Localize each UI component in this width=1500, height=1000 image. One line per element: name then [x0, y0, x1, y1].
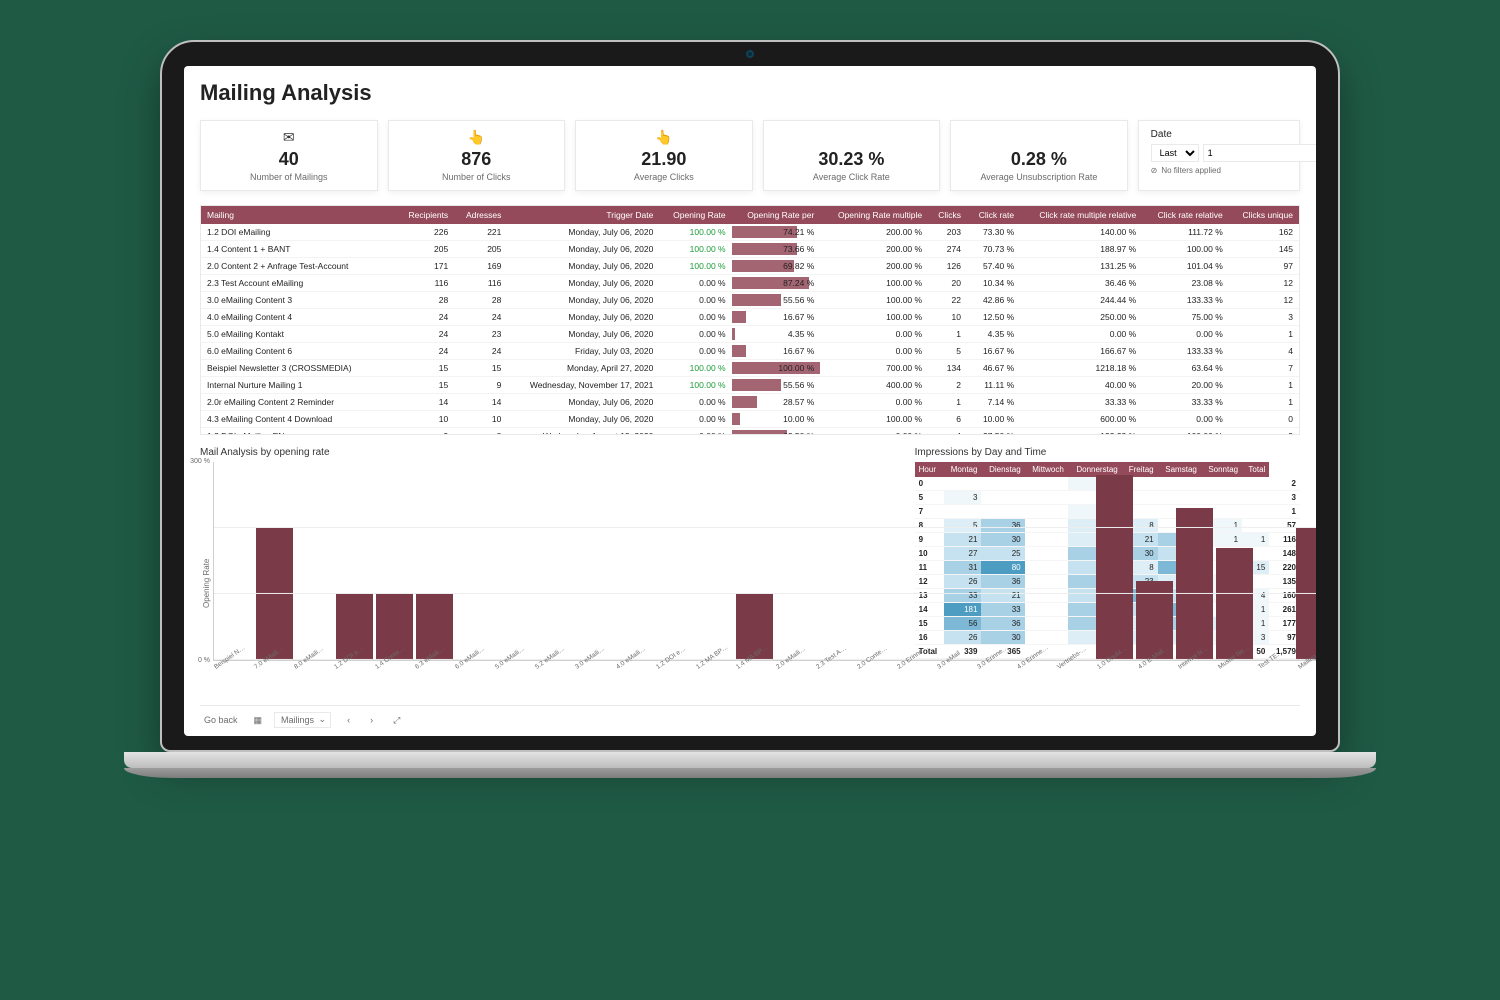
- chart-x-ticks: Beispiel Newslet…7.0 eMailing interne M……: [213, 661, 1316, 705]
- col-header[interactable]: Click rate relative: [1142, 206, 1229, 224]
- table-row[interactable]: 5.0 eMailing Kontakt2423Monday, July 06,…: [201, 326, 1299, 343]
- mailing-table-container[interactable]: MailingRecipientsAdressesTrigger DateOpe…: [200, 205, 1300, 435]
- col-header[interactable]: Clicks unique: [1229, 206, 1299, 224]
- camera-dot: [746, 50, 754, 58]
- next-page-button[interactable]: ›: [366, 715, 377, 725]
- tab-icon: ▦: [254, 715, 263, 726]
- go-back-button[interactable]: Go back: [200, 715, 242, 725]
- kpi-unsub-rate[interactable]: 0.28 % Average Unsubscription Rate: [950, 120, 1128, 191]
- table-row[interactable]: Internal Nurture Mailing 1159Wednesday, …: [201, 377, 1299, 394]
- chart-bar[interactable]: [1096, 475, 1133, 660]
- kpi-avg-clicks[interactable]: 👆 21.90 Average Clicks: [575, 120, 753, 191]
- kpi-label: Average Clicks: [588, 172, 740, 182]
- table-row[interactable]: 2.0 Content 2 + Anfrage Test-Account1711…: [201, 258, 1299, 275]
- chart-bar[interactable]: [256, 528, 293, 660]
- click-icon: 👆: [588, 129, 740, 145]
- table-row[interactable]: 2.3 Test Account eMailing116116Monday, J…: [201, 275, 1299, 292]
- table-row[interactable]: 1.4 Content 1 + BANT205205Monday, July 0…: [201, 241, 1299, 258]
- no-filters-note: ⊘ No filters applied: [1151, 166, 1287, 175]
- dashboard-screen: Mailing Analysis ✉ 40 Number of Mailings…: [184, 66, 1316, 736]
- chart-bar[interactable]: [1176, 508, 1213, 660]
- kpi-mailings[interactable]: ✉ 40 Number of Mailings: [200, 120, 378, 191]
- y-tick: 0 %: [184, 657, 210, 664]
- opening-rate-chart-panel: Mail Analysis by opening rate Opening Ra…: [200, 447, 901, 705]
- chart-bar[interactable]: [1296, 528, 1316, 660]
- table-row[interactable]: 1.2 DOI eMailing EN98Wednesday, August 1…: [201, 428, 1299, 436]
- col-header[interactable]: Opening Rate per: [732, 206, 821, 224]
- prev-page-button[interactable]: ‹: [343, 715, 354, 725]
- table-row[interactable]: 3.0 eMailing Content 32828Monday, July 0…: [201, 292, 1299, 309]
- click-icon: 👆: [401, 129, 553, 145]
- kpi-label: Number of Mailings: [213, 172, 365, 182]
- kpi-value: 0.28 %: [963, 149, 1115, 170]
- kpi-click-rate[interactable]: 30.23 % Average Click Rate: [763, 120, 941, 191]
- nofilter-icon: ⊘: [1151, 166, 1158, 175]
- kpi-label: Number of Clicks: [401, 172, 553, 182]
- kpi-clicks[interactable]: 👆 876 Number of Clicks: [388, 120, 566, 191]
- table-row[interactable]: Beispiel Newsletter 3 (CROSSMEDIA)1515Mo…: [201, 360, 1299, 377]
- table-row[interactable]: 1.2 DOI eMailing226221Monday, July 06, 2…: [201, 224, 1299, 241]
- chart-plot-area[interactable]: 300 % 0 %: [213, 462, 1316, 661]
- kpi-row: ✉ 40 Number of Mailings 👆 876 Number of …: [200, 120, 1300, 191]
- blank-icon: [963, 129, 1115, 145]
- date-unit-select[interactable]: Last: [1151, 144, 1199, 162]
- blank-icon: [776, 129, 928, 145]
- date-filter-title: Date: [1151, 129, 1287, 140]
- page-title: Mailing Analysis: [200, 80, 1300, 106]
- col-header[interactable]: Click rate multiple relative: [1020, 206, 1142, 224]
- table-row[interactable]: 4.3 eMailing Content 4 Download1010Monda…: [201, 411, 1299, 428]
- table-row[interactable]: 2.0r eMailing Content 2 Reminder1414Mond…: [201, 394, 1299, 411]
- col-header[interactable]: Adresses: [454, 206, 507, 224]
- date-count-input[interactable]: [1203, 144, 1316, 162]
- col-header[interactable]: Mailing: [201, 206, 396, 224]
- table-row[interactable]: 6.0 eMailing Content 62424Friday, July 0…: [201, 343, 1299, 360]
- kpi-label: Average Unsubscription Rate: [963, 172, 1115, 182]
- date-filter-card: Date Last Select ⊘ No filters applied: [1138, 120, 1300, 191]
- laptop-frame: Mailing Analysis ✉ 40 Number of Mailings…: [160, 40, 1340, 768]
- col-header[interactable]: Trigger Date: [507, 206, 659, 224]
- col-header[interactable]: Click rate: [967, 206, 1020, 224]
- col-header[interactable]: Recipients: [396, 206, 454, 224]
- y-tick: 300 %: [184, 458, 210, 465]
- kpi-label: Average Click Rate: [776, 172, 928, 182]
- mail-icon: ✉: [213, 129, 365, 145]
- heatmap-title: Impressions by Day and Time: [915, 447, 1300, 458]
- chart-y-axis-label: Opening Rate: [200, 462, 213, 705]
- kpi-value: 30.23 %: [776, 149, 928, 170]
- laptop-bezel: Mailing Analysis ✉ 40 Number of Mailings…: [160, 40, 1340, 752]
- sheet-select[interactable]: Mailings: [274, 712, 331, 728]
- mailing-table: MailingRecipientsAdressesTrigger DateOpe…: [201, 206, 1299, 435]
- kpi-value: 21.90: [588, 149, 740, 170]
- table-row[interactable]: 4.0 eMailing Content 42424Monday, July 0…: [201, 309, 1299, 326]
- kpi-value: 876: [401, 149, 553, 170]
- col-header[interactable]: Clicks: [928, 206, 967, 224]
- laptop-base: [124, 752, 1376, 768]
- col-header[interactable]: Opening Rate: [659, 206, 731, 224]
- chart-title: Mail Analysis by opening rate: [200, 447, 901, 458]
- report-footer-nav: Go back ▦ Mailings ‹ › ⤢: [200, 705, 1300, 728]
- col-header[interactable]: Opening Rate multiple: [820, 206, 928, 224]
- kpi-value: 40: [213, 149, 365, 170]
- expand-icon[interactable]: ⤢: [389, 715, 404, 726]
